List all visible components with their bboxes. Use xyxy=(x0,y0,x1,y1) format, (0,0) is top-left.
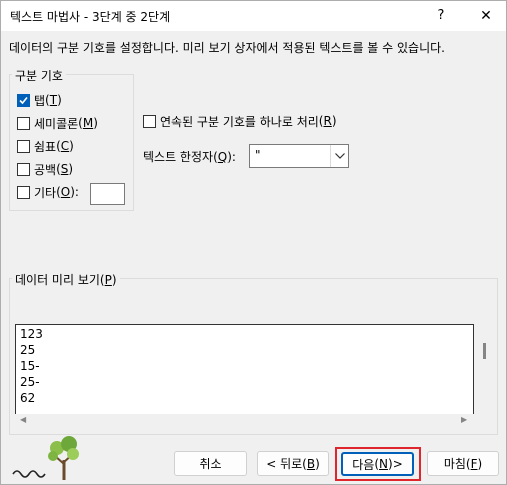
text-wizard-dialog: 텍스트 마법사 - 3단계 중 2단계 ? ✕ 데이터의 구분 기호를 설정합니… xyxy=(0,0,507,485)
watermark-logo xyxy=(7,434,87,482)
preview-line: 15- xyxy=(20,359,40,373)
preview-line: 123 xyxy=(20,327,43,341)
comma-checkbox[interactable]: 쉼표(C) xyxy=(17,136,98,156)
scroll-right-icon[interactable]: ▶ xyxy=(461,415,467,424)
other-checkbox[interactable]: 기타(O): xyxy=(17,182,98,202)
space-label: 공백 xyxy=(34,162,57,177)
tab-checkbox[interactable]: 탭(T) xyxy=(17,90,98,110)
checkbox-box xyxy=(17,116,30,130)
text-qualifier-label: 텍스트 한정자(Q): xyxy=(143,150,236,164)
scroll-left-icon[interactable]: ◀ xyxy=(20,415,26,424)
title-bar: 텍스트 마법사 - 3단계 중 2단계 ? ✕ xyxy=(1,1,506,31)
checkbox-box xyxy=(17,93,30,107)
data-preview-box[interactable]: 123 25 15- 25- 62 xyxy=(15,324,474,420)
vertical-scrollbar-thumb[interactable] xyxy=(483,343,486,359)
close-button[interactable]: ✕ xyxy=(467,1,505,31)
preview-line: 62 xyxy=(20,391,36,405)
consecutive-delimiters-checkbox[interactable]: 연속된 구분 기호를 하나로 처리(R) xyxy=(143,111,337,131)
next-button[interactable]: 다음(N) > xyxy=(341,452,414,476)
help-button[interactable]: ? xyxy=(423,1,459,31)
space-checkbox[interactable]: 공백(S) xyxy=(17,159,98,179)
semicolon-label: 세미콜론 xyxy=(34,116,79,131)
other-label: 기타 xyxy=(34,185,57,200)
delimiters-group-label: 구분 기호 xyxy=(12,67,66,84)
close-icon: ✕ xyxy=(480,8,492,24)
horizontal-scrollbar[interactable]: ◀ ▶ xyxy=(15,414,474,426)
finish-button[interactable]: 마침(F) xyxy=(427,451,499,476)
preview-lines: 123 25 15- 25- 62 xyxy=(20,326,43,406)
chevron-down-icon[interactable] xyxy=(330,145,348,167)
checkbox-box xyxy=(143,114,156,128)
back-button[interactable]: < 뒤로(B) xyxy=(257,451,329,476)
text-qualifier-select[interactable]: " xyxy=(249,144,349,168)
cancel-button[interactable]: 취소 xyxy=(174,451,247,476)
tab-label: 탭 xyxy=(34,93,46,108)
preview-group-label: 데이터 미리 보기(P) xyxy=(12,271,120,288)
text-qualifier-value: " xyxy=(255,148,261,162)
preview-line: 25 xyxy=(20,343,36,357)
other-delimiter-input[interactable] xyxy=(90,183,125,205)
comma-label: 쉼표 xyxy=(34,139,57,154)
checkbox-box xyxy=(17,139,30,153)
window-title: 텍스트 마법사 - 3단계 중 2단계 xyxy=(10,10,171,24)
instruction-text: 데이터의 구분 기호를 설정합니다. 미리 보기 상자에서 적용된 텍스트를 볼… xyxy=(9,41,445,55)
semicolon-checkbox[interactable]: 세미콜론(M) xyxy=(17,113,98,133)
consecutive-label: 연속된 구분 기호를 하나로 처리 xyxy=(160,114,319,129)
checkbox-box xyxy=(17,185,30,199)
preview-line: 25- xyxy=(20,375,40,389)
checkbox-box xyxy=(17,162,30,176)
